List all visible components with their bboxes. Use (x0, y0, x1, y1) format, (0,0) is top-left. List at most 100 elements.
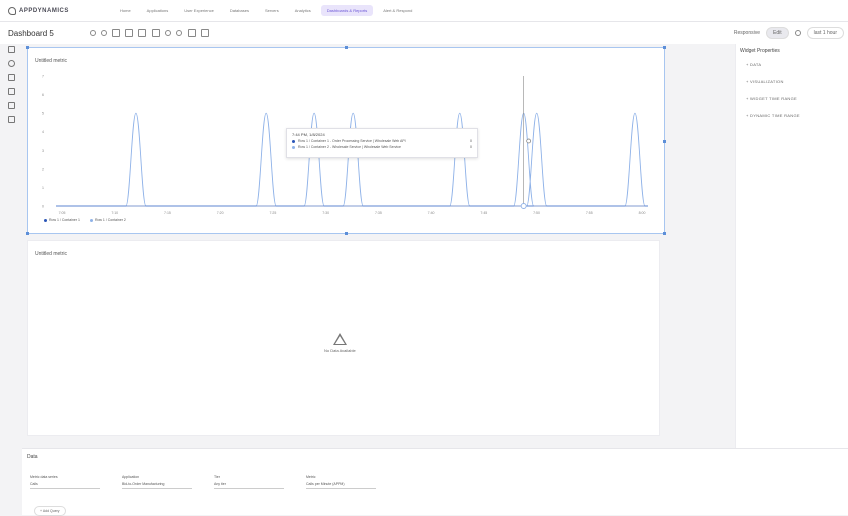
list-icon[interactable] (7, 74, 15, 81)
chart-icon[interactable] (201, 29, 209, 37)
nav-tab[interactable]: Servers (259, 5, 285, 16)
x-tick-label: 7:30 (322, 211, 329, 215)
filter-select[interactable]: Calls per Minute (APPM) (306, 482, 376, 489)
tooltip-row-value: 0 (470, 145, 472, 149)
y-tick-label: 4 (42, 130, 44, 134)
undo-icon[interactable] (90, 30, 96, 36)
data-panel-title: Data (27, 454, 38, 460)
nav-tab[interactable]: User Experience (178, 5, 220, 16)
panel-section-widget-time-range[interactable]: + WIDGET TIME RANGE (746, 96, 844, 101)
chart-legend: Row 1 / Container 1 Row 1 / Container 2 (44, 218, 126, 222)
panel-section-dynamic-time-range[interactable]: + DYNAMIC TIME RANGE (746, 113, 844, 118)
hover-marker (526, 138, 532, 144)
delete-icon[interactable] (138, 29, 146, 37)
x-tick-label: 8:00 (639, 211, 646, 215)
x-tick-label: 7:25 (270, 211, 277, 215)
legend-label: Row 1 / Container 2 (94, 218, 126, 222)
panel-section-visualization[interactable]: + VISUALIZATION (746, 79, 844, 84)
metric-widget-selected[interactable]: Untitled metric 0 1 2 3 4 5 6 7 7:05 7:10 7:15 7:20… (26, 46, 666, 235)
filter-label: Tier (214, 475, 220, 479)
brand-name: APPDYNAMICS (19, 7, 69, 14)
x-tick-label: 7:45 (480, 211, 487, 215)
filter-tier: Tier Any tier (214, 475, 284, 489)
toolbar-edit-group (90, 29, 146, 37)
copy-icon[interactable] (112, 29, 120, 37)
series-dot-icon (292, 145, 295, 149)
grid-icon[interactable] (188, 29, 196, 37)
filter-metric-series: Metric data series Calls (30, 475, 100, 489)
x-tick-label: 7:35 (375, 211, 382, 215)
panel-title: Widget Properties (740, 48, 780, 54)
filter-application: Application Bid-to-Order Manufacturing (122, 475, 192, 489)
widget-properties-panel: Widget Properties + DATA + VISUALIZATION… (735, 44, 848, 448)
data-panel: Data Metric data series Calls Applicatio… (22, 448, 848, 516)
legend-item[interactable]: Row 1 / Container 2 (89, 218, 126, 222)
widget-title: Untitled metric (35, 251, 67, 257)
x-tick-label: 7:05 (59, 211, 66, 215)
toolbar-layout-group (152, 29, 182, 37)
nav-tab[interactable]: Analytics (289, 5, 317, 16)
metric-widget[interactable]: Untitled metric No Data Available (27, 240, 660, 436)
filter-label: Metric (306, 475, 316, 479)
x-tick-label: 7:55 (586, 211, 593, 215)
warning-icon (332, 333, 347, 345)
top-nav: APPDYNAMICS Home Applications User Experie… (0, 0, 848, 22)
series-dot-icon (44, 218, 47, 222)
y-tick-label: 1 (42, 186, 44, 190)
x-tick-label: 7:10 (111, 211, 118, 215)
filter-label: Metric data series (30, 475, 58, 479)
nav-tabs: Home Applications User Experience Databases… (114, 5, 418, 16)
app-logo[interactable]: APPDYNAMICS (8, 6, 108, 15)
layout-icon[interactable] (152, 29, 160, 37)
x-tick-label: 7:40 (428, 211, 435, 215)
y-tick-label: 2 (42, 167, 44, 171)
legend-label: Row 1 / Container 1 (49, 218, 80, 222)
series-dot-icon (292, 139, 295, 143)
settings-icon[interactable] (165, 30, 171, 36)
logo-icon (8, 6, 16, 15)
redo-icon[interactable] (101, 30, 107, 36)
toolbar-right: Responsive Edit last 1 hour (734, 27, 844, 39)
y-tick-label: 5 (42, 112, 44, 116)
nav-tab[interactable]: Home (114, 5, 137, 16)
tooltip-row: Row 1 / Container 1 - Order Processing S… (292, 139, 472, 143)
crosshair-point (520, 203, 527, 209)
tooltip-row-label: Row 1 / Container 2 - Wholesale Service … (298, 145, 401, 149)
tooltip-row: Row 1 / Container 2 - Wholesale Service … (292, 145, 472, 149)
widget-icon[interactable] (7, 46, 15, 53)
refresh-icon[interactable] (176, 30, 182, 36)
panel-section-data[interactable]: + DATA (746, 62, 844, 67)
refresh-icon[interactable] (794, 30, 801, 36)
grid-icon[interactable] (7, 88, 15, 95)
dashboard-toolbar: Dashboard 5 Responsive Edit last 1 hour (0, 22, 848, 44)
view-mode-select[interactable]: Responsive (734, 30, 760, 36)
refresh-icon[interactable] (7, 60, 15, 67)
dashboard-title[interactable]: Dashboard 5 (8, 29, 84, 38)
y-tick-label: 3 (42, 149, 44, 153)
filter-select[interactable]: Calls (30, 482, 100, 489)
filter-select[interactable]: Bid-to-Order Manufacturing (122, 482, 192, 489)
nav-tab[interactable]: Alert & Respond (377, 5, 418, 16)
nav-tab[interactable]: Dashboards & Reports (320, 5, 374, 16)
table-icon[interactable] (7, 102, 15, 109)
y-tick-label: 7 (42, 75, 44, 79)
chart-tooltip: 7:44 PM, 1/8/2024 Row 1 / Container 1 - … (286, 128, 478, 158)
nav-tab[interactable]: Databases (224, 5, 255, 16)
time-range-selector[interactable]: last 1 hour (806, 27, 844, 39)
filter-label: Application (122, 475, 140, 479)
filter-metric: Metric Calls per Minute (APPM) (306, 475, 376, 489)
empty-state: No Data Available (324, 333, 356, 353)
left-rail (0, 44, 22, 444)
nav-tab[interactable]: Applications (141, 5, 175, 16)
image-icon[interactable] (7, 116, 15, 123)
x-tick-label: 7:15 (164, 211, 171, 215)
x-tick-label: 7:20 (217, 211, 224, 215)
toolbar-view-group (188, 29, 209, 37)
edit-toggle[interactable]: Edit (766, 27, 789, 39)
series-dot-icon (89, 218, 93, 222)
filter-select[interactable]: Any tier (214, 482, 284, 489)
paste-icon[interactable] (125, 29, 133, 37)
query-filters: Metric data series Calls Application Bid… (30, 475, 376, 489)
x-tick-label: 7:50 (533, 211, 540, 215)
legend-item[interactable]: Row 1 / Container 1 (44, 218, 80, 222)
